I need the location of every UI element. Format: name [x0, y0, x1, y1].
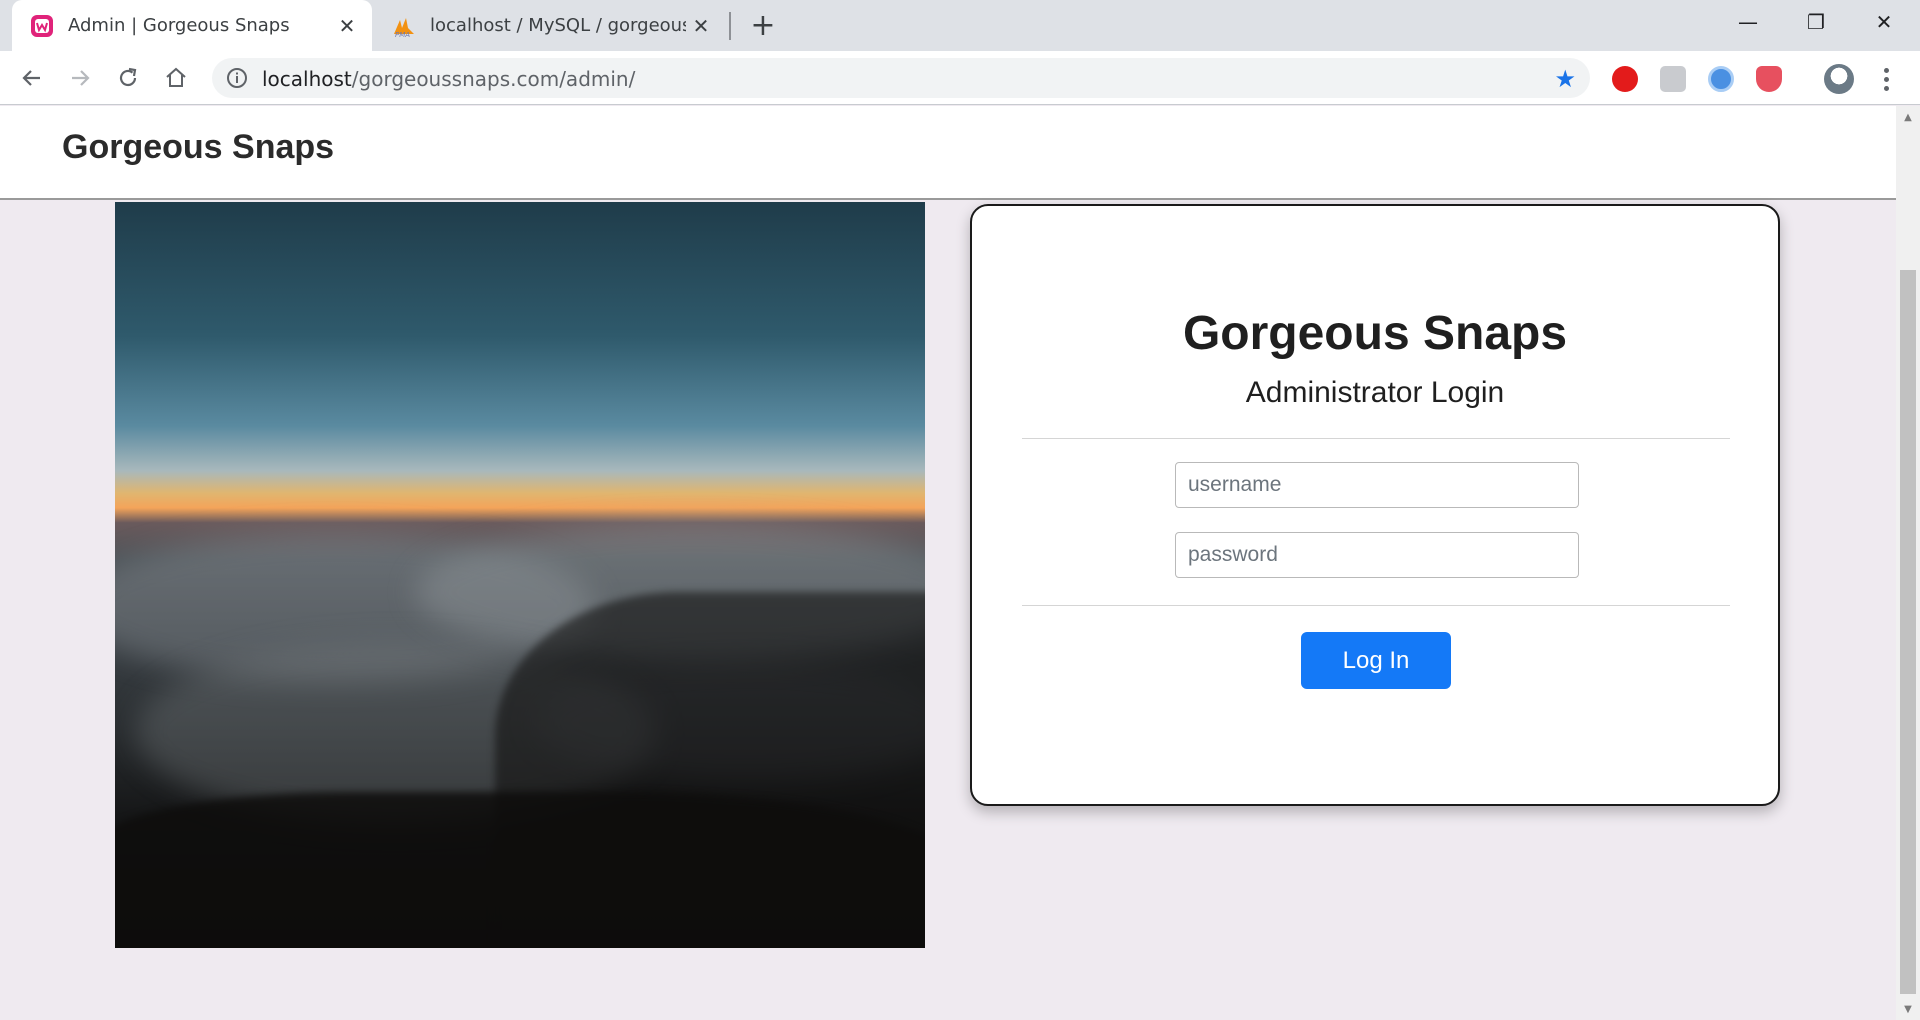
bookmark-star-icon[interactable]: ★: [1554, 65, 1576, 93]
back-arrow-icon: [22, 70, 40, 86]
restore-button[interactable]: ❐: [1782, 0, 1850, 44]
tab-admin[interactable]: Admin | Gorgeous Snaps ✕: [12, 0, 372, 51]
tab-title: Admin | Gorgeous Snaps: [68, 15, 290, 36]
tab-phpmyadmin[interactable]: PMA localhost / MySQL / gorgeoussn ✕: [374, 0, 726, 51]
globe-icon[interactable]: [1708, 66, 1734, 92]
browser-menu-icon[interactable]: [1876, 64, 1896, 94]
cube-icon[interactable]: [1660, 66, 1686, 92]
url-path: /gorgeoussnaps.com/admin/: [351, 67, 636, 91]
tab-strip: Admin | Gorgeous Snaps ✕ PMA localhost /…: [0, 0, 1920, 51]
divider: [1022, 438, 1730, 439]
login-card: Gorgeous Snaps Administrator Login Log I…: [970, 204, 1780, 806]
browser-toolbar: localhost/gorgeoussnaps.com/admin/ ★: [0, 51, 1920, 105]
new-tab-button[interactable]: +: [746, 8, 780, 43]
site-brand[interactable]: Gorgeous Snaps: [62, 128, 334, 167]
scroll-up-icon[interactable]: ▲: [1896, 108, 1920, 126]
shield-icon[interactable]: [1756, 66, 1782, 92]
login-subtitle: Administrator Login: [1245, 376, 1505, 409]
url-host: localhost: [262, 67, 352, 91]
page-viewport: Gorgeous Snaps Gorgeous Snaps Administra…: [0, 106, 1896, 1020]
profile-avatar[interactable]: [1824, 64, 1854, 94]
reload-icon: [119, 67, 137, 87]
tab-separator: [729, 12, 731, 40]
login-title: Gorgeous Snaps: [1182, 307, 1568, 360]
divider: [1022, 605, 1730, 606]
close-icon[interactable]: ✕: [686, 11, 716, 41]
forward-button[interactable]: [62, 60, 98, 96]
reload-button[interactable]: [110, 60, 146, 96]
home-icon: [166, 67, 186, 87]
forward-arrow-icon: [72, 70, 90, 86]
password-input[interactable]: [1175, 532, 1579, 578]
login-button[interactable]: Log In: [1301, 632, 1451, 689]
address-bar[interactable]: localhost/gorgeoussnaps.com/admin/ ★: [212, 58, 1590, 98]
window-close-button[interactable]: ✕: [1850, 0, 1918, 44]
close-icon[interactable]: ✕: [332, 11, 362, 41]
home-button[interactable]: [158, 60, 194, 96]
site-header: Gorgeous Snaps: [0, 106, 1896, 200]
info-icon[interactable]: [226, 67, 248, 89]
wamp-icon: [31, 14, 53, 37]
scroll-down-icon[interactable]: ▼: [1896, 1000, 1920, 1018]
back-button[interactable]: [14, 60, 50, 96]
hero-image: [115, 202, 925, 948]
phpmyadmin-icon: PMA: [394, 17, 414, 38]
username-input[interactable]: [1175, 462, 1579, 508]
url-text: localhost/gorgeoussnaps.com/admin/: [262, 67, 635, 91]
tab-title: localhost / MySQL / gorgeoussn: [430, 15, 686, 36]
scrollbar[interactable]: ▲ ▼: [1896, 106, 1920, 1020]
scrollbar-thumb[interactable]: [1900, 270, 1916, 994]
adblock-icon[interactable]: [1612, 66, 1638, 92]
svg-text:PMA: PMA: [395, 31, 410, 38]
minimize-button[interactable]: —: [1714, 0, 1782, 44]
